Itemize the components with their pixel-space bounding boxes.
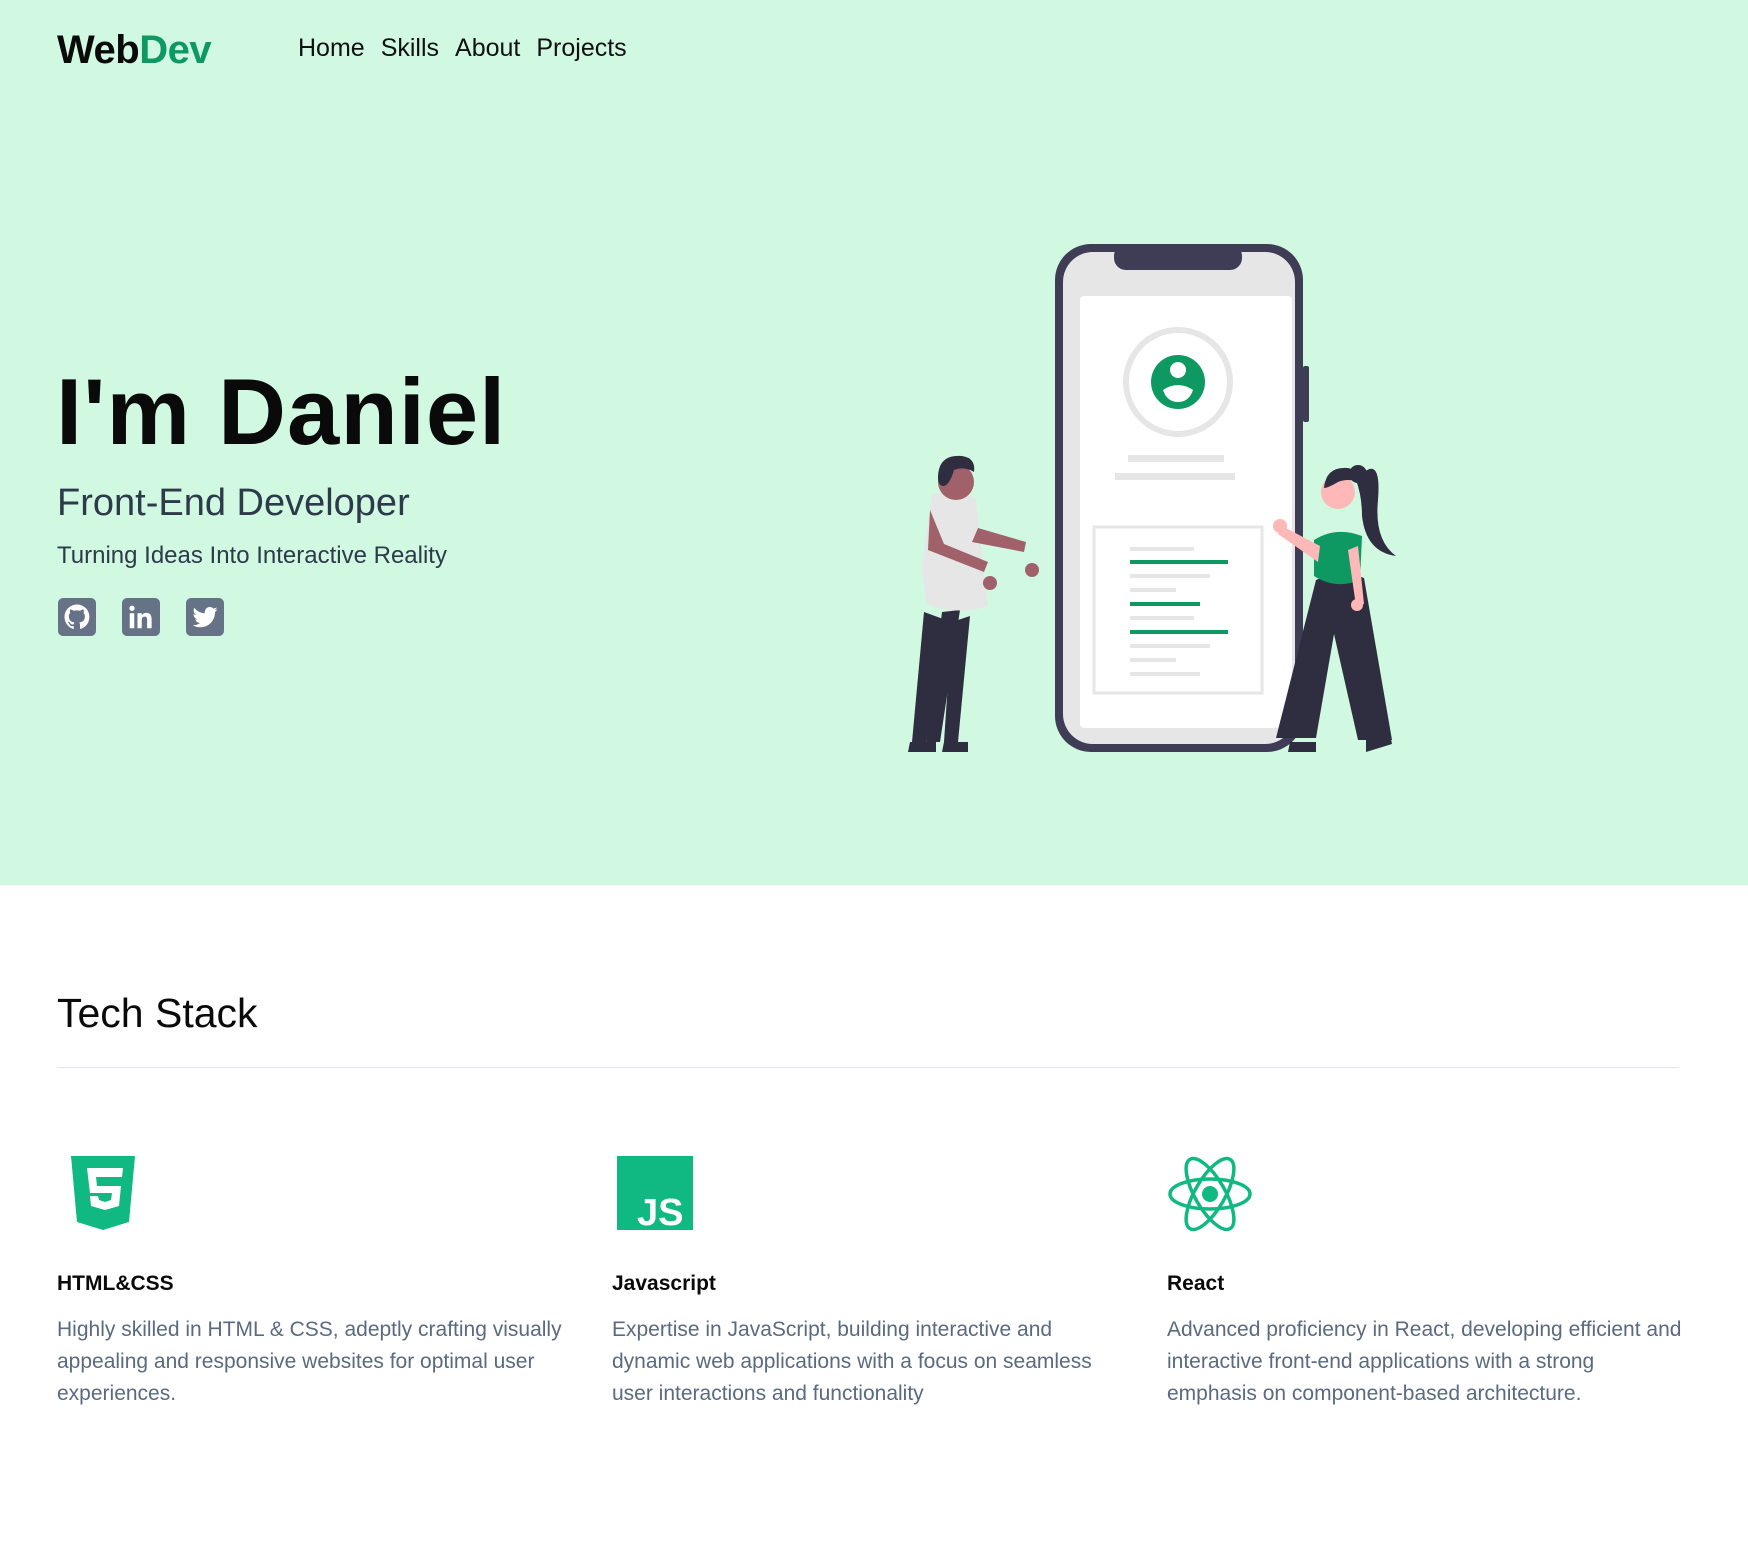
tech-name-react: React [1167,1272,1225,1295]
tech-name-javascript: Javascript [612,1272,716,1295]
github-icon[interactable] [58,598,96,636]
brand-logo-part1: Web [57,28,140,72]
nav-skills[interactable]: Skills [381,34,439,63]
brand-logo[interactable]: WebDev [57,28,212,73]
nav-home[interactable]: Home [298,34,365,63]
tech-description-html-css: Highly skilled in HTML & CSS, adeptly cr… [57,1318,562,1405]
social-links [58,598,224,636]
tech-description-javascript: Expertise in JavaScript, building intera… [612,1318,1092,1405]
tech-name-html-css: HTML&CSS [57,1272,174,1295]
section-divider [57,1067,1679,1068]
main-nav: Home Skills About Projects [298,34,627,63]
developer-illustration [908,244,1396,752]
hero-tagline: Turning Ideas Into Interactive Reality [57,542,447,569]
phone-illustration [1055,244,1309,752]
linkedin-icon[interactable] [122,598,160,636]
man-illustration [908,455,1039,752]
tech-card-javascript: JS Javascript Expertise in JavaScript, b… [612,1150,1132,1410]
tech-stack-title: Tech Stack [57,990,258,1036]
hero-title: I'm Daniel [56,359,507,464]
nav-projects[interactable]: Projects [536,34,626,63]
javascript-icon: JS [612,1150,1132,1250]
brand-logo-part2: Dev [139,28,212,72]
hero-section: WebDev Home Skills About Projects I'm Da… [0,0,1748,885]
hero-role: Front-End Developer [57,482,410,524]
react-icon [1167,1150,1687,1250]
twitter-icon[interactable] [186,598,224,636]
tech-card-react: React Advanced proficiency in React, dev… [1167,1150,1687,1410]
tech-description-react: Advanced proficiency in React, developin… [1167,1318,1682,1405]
svg-text:JS: JS [637,1192,683,1230]
tech-card-html-css: HTML&CSS Highly skilled in HTML & CSS, a… [57,1150,577,1410]
html5-icon [57,1150,577,1250]
nav-about[interactable]: About [455,34,520,63]
